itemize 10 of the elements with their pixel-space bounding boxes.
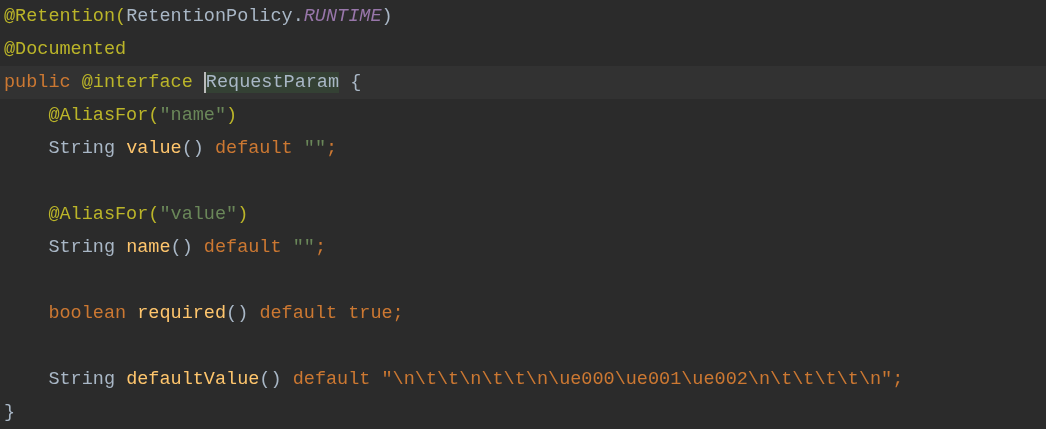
code-line: boolean required() default true;	[47, 301, 404, 326]
code-line: public @interface RequestParam {	[4, 70, 362, 95]
code-line: String defaultValue() default "\n\t\t\n\t\t\n\ue000\ue001\ue002\n\t\t\t\t\n";	[47, 367, 904, 392]
code-line: @AliasFor("value")	[47, 202, 249, 227]
code-line: String value() default "";	[47, 136, 338, 161]
code-line: }	[4, 400, 16, 425]
code-line: String name() default "";	[47, 235, 326, 260]
code-line: @AliasFor("name")	[47, 103, 238, 128]
code-line: @Documented	[4, 37, 127, 62]
code-line: @Retention(RetentionPolicy.RUNTIME)	[4, 4, 393, 29]
